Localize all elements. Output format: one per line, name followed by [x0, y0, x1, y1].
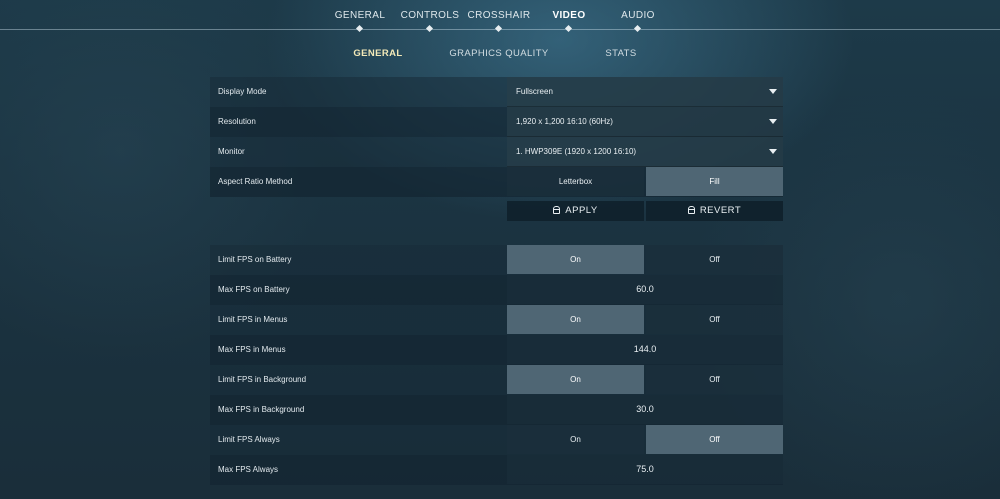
- aspect-ratio-toggle: Letterbox Fill: [507, 167, 783, 196]
- aspect-ratio-fill-option[interactable]: Fill: [646, 167, 783, 196]
- limit-fps-battery-on-option[interactable]: On: [507, 245, 644, 274]
- limit-fps-menus-toggle: On Off: [507, 305, 783, 334]
- lock-icon: [687, 206, 695, 214]
- tab-video[interactable]: VIDEO: [552, 10, 585, 21]
- tab-controls-marker: [425, 24, 434, 33]
- tab-video-marker: [564, 24, 573, 33]
- resolution-dropdown[interactable]: 1,920 x 1,200 16:10 (60Hz): [507, 107, 783, 137]
- subtab-graphics-quality[interactable]: GRAPHICS QUALITY: [449, 48, 548, 59]
- display-mode-label: Display Mode: [218, 87, 267, 96]
- tab-general-marker: [355, 24, 364, 33]
- limit-fps-always-row: Limit FPS Always On Off: [210, 425, 783, 455]
- limit-fps-battery-toggle: On Off: [507, 245, 783, 274]
- limit-fps-battery-label: Limit FPS on Battery: [218, 255, 292, 264]
- chevron-down-icon: [769, 149, 777, 154]
- limit-fps-always-label: Limit FPS Always: [218, 435, 280, 444]
- max-fps-always-row: Max FPS Always 75.0: [210, 455, 783, 485]
- chevron-down-icon: [769, 119, 777, 124]
- max-fps-background-label: Max FPS in Background: [218, 405, 305, 414]
- aspect-ratio-row: Aspect Ratio Method Letterbox Fill: [210, 167, 783, 197]
- apply-revert-row: APPLY REVERT: [210, 197, 783, 227]
- limit-fps-menus-off-option[interactable]: Off: [646, 305, 783, 334]
- display-mode-value: Fullscreen: [516, 87, 553, 96]
- max-fps-menus-row: Max FPS in Menus 144.0: [210, 335, 783, 365]
- limit-fps-background-toggle: On Off: [507, 365, 783, 394]
- display-mode-row: Display Mode Fullscreen: [210, 77, 783, 107]
- top-nav: GENERAL CONTROLS CROSSHAIR VIDEO AUDIO: [0, 0, 1000, 40]
- max-fps-background-input[interactable]: 30.0: [507, 395, 783, 424]
- limit-fps-menus-on-option[interactable]: On: [507, 305, 644, 334]
- limit-fps-battery-off-option[interactable]: Off: [646, 245, 783, 274]
- limit-fps-battery-row: Limit FPS on Battery On Off: [210, 245, 783, 275]
- max-fps-menus-input[interactable]: 144.0: [507, 335, 783, 364]
- tab-crosshair[interactable]: CROSSHAIR: [467, 10, 530, 21]
- resolution-row: Resolution 1,920 x 1,200 16:10 (60Hz): [210, 107, 783, 137]
- limit-fps-background-label: Limit FPS in Background: [218, 375, 307, 384]
- monitor-value: 1. HWP309E (1920 x 1200 16:10): [516, 147, 637, 156]
- aspect-ratio-label: Aspect Ratio Method: [218, 177, 293, 186]
- max-fps-always-input[interactable]: 75.0: [507, 455, 783, 484]
- limit-fps-always-off-option[interactable]: Off: [646, 425, 783, 454]
- tab-general[interactable]: GENERAL: [335, 10, 386, 21]
- max-fps-battery-input[interactable]: 60.0: [507, 275, 783, 304]
- apply-button-label: APPLY: [565, 205, 598, 216]
- resolution-value: 1,920 x 1,200 16:10 (60Hz): [516, 117, 613, 126]
- limit-fps-menus-label: Limit FPS in Menus: [218, 315, 288, 324]
- max-fps-background-row: Max FPS in Background 30.0: [210, 395, 783, 425]
- max-fps-battery-row: Max FPS on Battery 60.0: [210, 275, 783, 305]
- tab-audio[interactable]: AUDIO: [621, 10, 655, 21]
- max-fps-battery-label: Max FPS on Battery: [218, 285, 290, 294]
- display-mode-dropdown[interactable]: Fullscreen: [507, 77, 783, 107]
- tab-controls[interactable]: CONTROLS: [401, 10, 460, 21]
- apply-button[interactable]: APPLY: [507, 201, 644, 221]
- limit-fps-background-row: Limit FPS in Background On Off: [210, 365, 783, 395]
- revert-button-label: REVERT: [699, 205, 742, 216]
- limit-fps-always-toggle: On Off: [507, 425, 783, 454]
- tab-audio-marker: [633, 24, 642, 33]
- lock-icon: [553, 206, 561, 214]
- subtab-stats[interactable]: STATS: [605, 48, 636, 59]
- max-fps-menus-label: Max FPS in Menus: [218, 345, 286, 354]
- limit-fps-background-off-option[interactable]: Off: [646, 365, 783, 394]
- chevron-down-icon: [769, 89, 777, 94]
- aspect-ratio-letterbox-option[interactable]: Letterbox: [507, 167, 644, 196]
- monitor-row: Monitor 1. HWP309E (1920 x 1200 16:10): [210, 137, 783, 167]
- revert-button[interactable]: REVERT: [646, 201, 783, 221]
- monitor-dropdown[interactable]: 1. HWP309E (1920 x 1200 16:10): [507, 137, 783, 167]
- limit-fps-background-on-option[interactable]: On: [507, 365, 644, 394]
- resolution-label: Resolution: [218, 117, 256, 126]
- monitor-label: Monitor: [218, 147, 245, 156]
- max-fps-always-label: Max FPS Always: [218, 465, 279, 474]
- video-general-settings-panel: Display Mode Fullscreen Resolution 1,920…: [210, 77, 783, 485]
- limit-fps-menus-row: Limit FPS in Menus On Off: [210, 305, 783, 335]
- subtab-general[interactable]: GENERAL: [353, 48, 402, 59]
- limit-fps-always-on-option[interactable]: On: [507, 425, 644, 454]
- tab-crosshair-marker: [494, 24, 503, 33]
